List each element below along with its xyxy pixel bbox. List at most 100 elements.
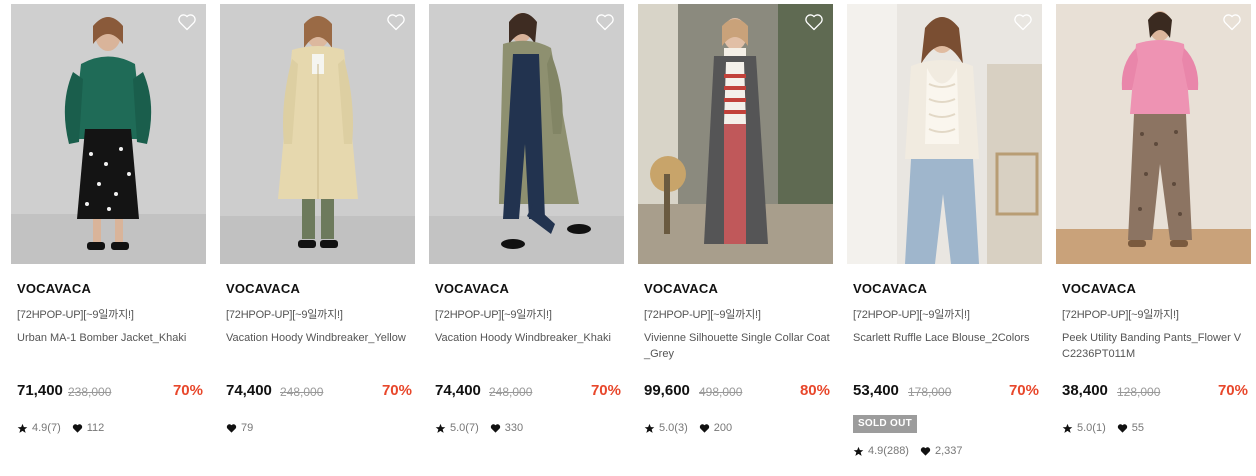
- heart-icon: [490, 423, 501, 434]
- product-name[interactable]: Scarlett Ruffle Lace Blouse_2Colors: [853, 330, 1039, 346]
- price-row: 74,400 248,000 70%: [226, 382, 412, 402]
- rating-value: 5.0(1): [1077, 422, 1106, 434]
- likes: 2,337: [920, 445, 963, 457]
- price-row: 71,400 238,000 70%: [17, 382, 203, 402]
- likes: 55: [1117, 422, 1144, 434]
- discount-rate: 80%: [799, 382, 830, 399]
- heart-outline-icon[interactable]: [804, 12, 824, 32]
- product-name[interactable]: Vivienne Silhouette Single Collar Coat_G…: [644, 330, 830, 362]
- price-row: 99,600 498,000 80%: [644, 382, 830, 402]
- likes: 112: [72, 422, 105, 434]
- product-meta: 5.0(1) 55: [1062, 421, 1155, 435]
- like-count: 200: [713, 422, 733, 434]
- star-icon: [644, 423, 655, 434]
- heart-outline-icon[interactable]: [1013, 12, 1033, 32]
- original-price: 178,000: [908, 385, 952, 399]
- product-image[interactable]: [220, 4, 415, 264]
- product-card[interactable]: VOCAVACA [72HPOP-UP][~9일까지!] Vacation Ho…: [429, 4, 624, 474]
- likes: 330: [490, 422, 523, 434]
- like-count: 79: [241, 422, 254, 434]
- star-icon: [435, 423, 446, 434]
- heart-outline-icon[interactable]: [595, 12, 615, 32]
- heart-icon: [1117, 423, 1128, 434]
- star-icon: [853, 446, 864, 457]
- product-image[interactable]: [638, 4, 833, 264]
- brand-name[interactable]: VOCAVACA: [853, 281, 927, 296]
- product-grid: VOCAVACA [72HPOP-UP][~9일까지!] Urban MA-1 …: [11, 4, 1251, 474]
- sale-price: 99,600: [644, 382, 690, 399]
- product-image[interactable]: [429, 4, 624, 264]
- brand-name[interactable]: VOCAVACA: [17, 281, 91, 296]
- heart-icon: [699, 423, 710, 434]
- product-name[interactable]: Vacation Hoody Windbreaker_Khaki: [435, 330, 621, 346]
- product-card[interactable]: VOCAVACA [72HPOP-UP][~9일까지!] Vivienne Si…: [638, 4, 833, 474]
- rating: 5.0(3): [644, 422, 688, 434]
- sale-price: 53,400: [853, 382, 899, 399]
- star-icon: [1062, 423, 1073, 434]
- like-count: 330: [504, 422, 524, 434]
- rating-value: 4.9(7): [32, 422, 61, 434]
- product-card[interactable]: VOCAVACA [72HPOP-UP][~9일까지!] Vacation Ho…: [220, 4, 415, 474]
- discount-rate: 70%: [590, 382, 621, 399]
- promo-tag: [72HPOP-UP][~9일까지!]: [644, 309, 761, 321]
- original-price: 128,000: [1117, 385, 1161, 399]
- star-icon: [17, 423, 28, 434]
- rating-value: 4.9(288): [868, 445, 909, 457]
- like-count: 112: [86, 422, 105, 434]
- sale-price: 74,400: [226, 382, 272, 399]
- product-meta: 5.0(3) 200: [644, 421, 743, 435]
- original-price: 238,000: [68, 385, 112, 399]
- product-meta: 4.9(7) 112: [17, 421, 115, 435]
- price-row: 53,400 178,000 70%: [853, 382, 1039, 402]
- heart-outline-icon[interactable]: [177, 12, 197, 32]
- product-name[interactable]: Peek Utility Banding Pants_Flower VC2236…: [1062, 330, 1248, 362]
- product-meta: 4.9(288) 2,337: [853, 444, 974, 458]
- heart-outline-icon[interactable]: [386, 12, 406, 32]
- likes: 200: [699, 422, 732, 434]
- original-price: 498,000: [699, 385, 743, 399]
- promo-tag: [72HPOP-UP][~9일까지!]: [853, 309, 970, 321]
- product-card[interactable]: VOCAVACA [72HPOP-UP][~9일까지!] Urban MA-1 …: [11, 4, 206, 474]
- rating-value: 5.0(3): [659, 422, 688, 434]
- brand-name[interactable]: VOCAVACA: [1062, 281, 1136, 296]
- brand-name[interactable]: VOCAVACA: [644, 281, 718, 296]
- like-count: 55: [1131, 422, 1144, 434]
- like-count: 2,337: [934, 445, 963, 457]
- product-image[interactable]: [11, 4, 206, 264]
- brand-name[interactable]: VOCAVACA: [435, 281, 509, 296]
- rating: 4.9(7): [17, 422, 61, 434]
- sold-out-badge: SOLD OUT: [853, 415, 917, 433]
- sale-price: 71,400: [17, 382, 63, 399]
- price-row: 74,400 248,000 70%: [435, 382, 621, 402]
- price-row: 38,400 128,000 70%: [1062, 382, 1248, 402]
- discount-rate: 70%: [1217, 382, 1248, 399]
- promo-tag: [72HPOP-UP][~9일까지!]: [226, 309, 343, 321]
- product-meta: 79: [226, 421, 264, 435]
- original-price: 248,000: [489, 385, 533, 399]
- promo-tag: [72HPOP-UP][~9일까지!]: [17, 309, 134, 321]
- sale-price: 38,400: [1062, 382, 1108, 399]
- likes: 79: [226, 422, 253, 434]
- heart-icon: [920, 446, 931, 457]
- heart-icon: [226, 423, 237, 434]
- product-name[interactable]: Vacation Hoody Windbreaker_Yellow: [226, 330, 412, 346]
- rating: 5.0(1): [1062, 422, 1106, 434]
- product-image[interactable]: [847, 4, 1042, 264]
- heart-outline-icon[interactable]: [1222, 12, 1242, 32]
- product-card[interactable]: VOCAVACA [72HPOP-UP][~9일까지!] Peek Utilit…: [1056, 4, 1251, 474]
- rating: 4.9(288): [853, 445, 909, 457]
- discount-rate: 70%: [381, 382, 412, 399]
- promo-tag: [72HPOP-UP][~9일까지!]: [1062, 309, 1179, 321]
- heart-icon: [72, 423, 83, 434]
- product-meta: 5.0(7) 330: [435, 421, 534, 435]
- brand-name[interactable]: VOCAVACA: [226, 281, 300, 296]
- rating-value: 5.0(7): [450, 422, 479, 434]
- product-card[interactable]: VOCAVACA [72HPOP-UP][~9일까지!] Scarlett Ru…: [847, 4, 1042, 474]
- product-name[interactable]: Urban MA-1 Bomber Jacket_Khaki: [17, 330, 203, 346]
- product-image[interactable]: [1056, 4, 1251, 264]
- rating: 5.0(7): [435, 422, 479, 434]
- promo-tag: [72HPOP-UP][~9일까지!]: [435, 309, 552, 321]
- sale-price: 74,400: [435, 382, 481, 399]
- discount-rate: 70%: [1008, 382, 1039, 399]
- discount-rate: 70%: [172, 382, 203, 399]
